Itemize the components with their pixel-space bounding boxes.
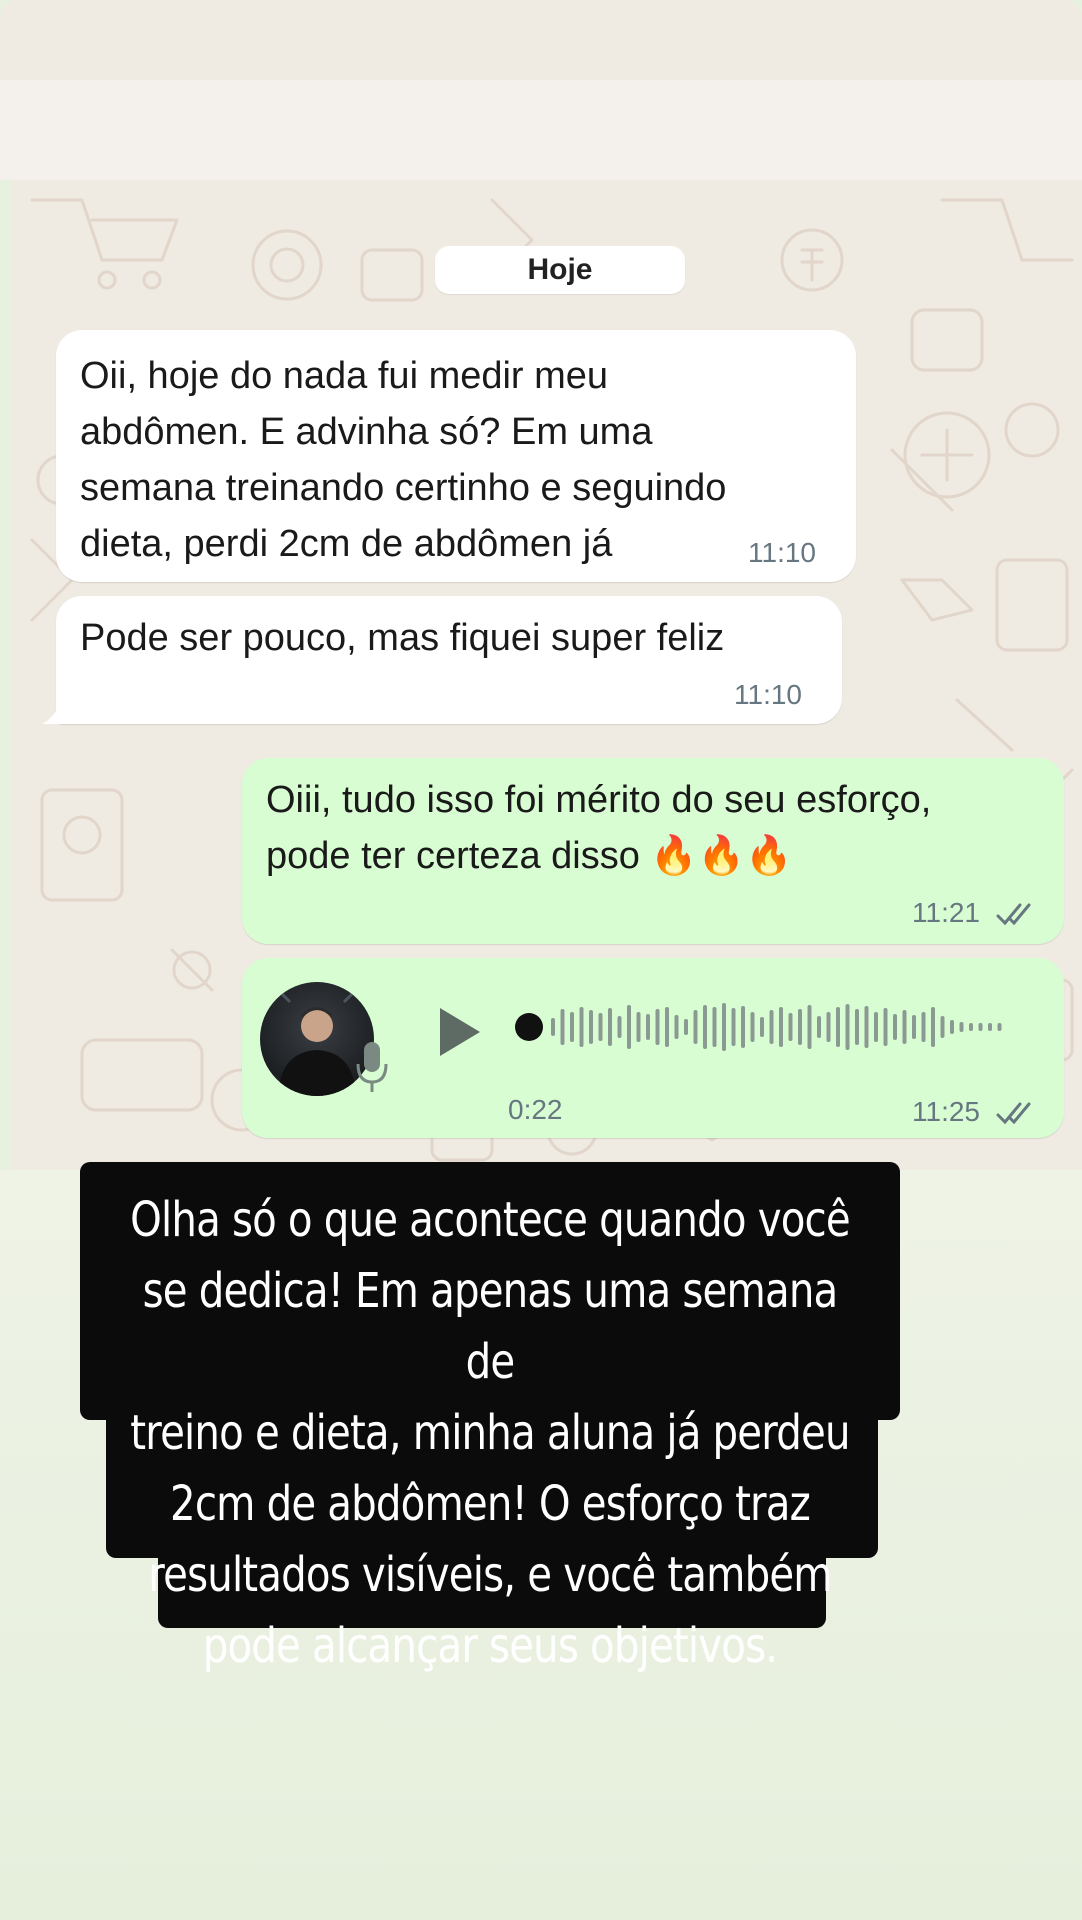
date-chip: Hoje xyxy=(435,246,685,294)
message-time-row: 11:25 xyxy=(912,1096,1036,1128)
microphone-icon xyxy=(356,1042,388,1092)
caption-line: treino e dieta, minha aluna já perdeu xyxy=(130,1405,850,1461)
caption-line: pode alcançar seus objetivos. xyxy=(202,1618,778,1674)
message-text: Oiii, tudo isso foi mérito do seu esforç… xyxy=(266,772,1056,884)
message-line: abdômen. E advinha só? Em uma xyxy=(80,411,653,453)
double-check-icon xyxy=(996,903,1031,926)
message-line: semana treinando certinho e seguindo xyxy=(80,467,727,509)
message-time: 11:10 xyxy=(734,679,802,710)
double-check-icon xyxy=(996,1102,1031,1125)
message-time: 11:21 xyxy=(912,897,980,928)
message-line: pode ter certeza disso 🔥🔥🔥 xyxy=(266,835,793,877)
message-line: Oii, hoje do nada fui medir meu xyxy=(80,355,609,397)
incoming-message-bubble[interactable]: Pode ser pouco, mas fiquei super feliz 1… xyxy=(56,596,842,724)
message-time: 11:25 xyxy=(912,1096,980,1127)
message-text: Oii, hoje do nada fui medir meu abdômen.… xyxy=(80,348,840,572)
caption-line: resultados visíveis, e você também xyxy=(148,1547,832,1603)
caption-line: 2cm de abdômen! O esforço traz xyxy=(170,1476,811,1532)
message-line: dieta, perdi 2cm de abdômen já xyxy=(80,523,613,565)
voice-duration: 0:22 xyxy=(508,1094,563,1125)
voice-waveform xyxy=(515,1003,1002,1051)
outgoing-message-bubble[interactable]: Oiii, tudo isso foi mérito do seu esforç… xyxy=(242,758,1064,944)
message-line: Oiii, tudo isso foi mérito do seu esforç… xyxy=(266,779,932,821)
message-line: Pode ser pouco, mas fiquei super feliz xyxy=(80,617,725,659)
message-time-row: 11:21 xyxy=(912,898,1036,928)
story-page: Hoje Oii, hoje do nada fui medir meu abd… xyxy=(0,0,1082,1920)
bubble-tail xyxy=(42,700,80,724)
incoming-message-bubble[interactable]: Oii, hoje do nada fui medir meu abdômen.… xyxy=(56,330,856,582)
caption-text: Olha só o que acontece quando você se de… xyxy=(129,1185,851,1682)
caption-line: se dedica! Em apenas uma semana de xyxy=(142,1263,839,1390)
caption-line: Olha só o que acontece quando você xyxy=(130,1192,851,1248)
top-band xyxy=(0,0,1082,80)
play-icon[interactable] xyxy=(436,1004,486,1060)
top-band-secondary xyxy=(0,80,1082,180)
message-time: 11:10 xyxy=(748,537,816,568)
message-text: Pode ser pouco, mas fiquei super feliz xyxy=(80,610,840,666)
